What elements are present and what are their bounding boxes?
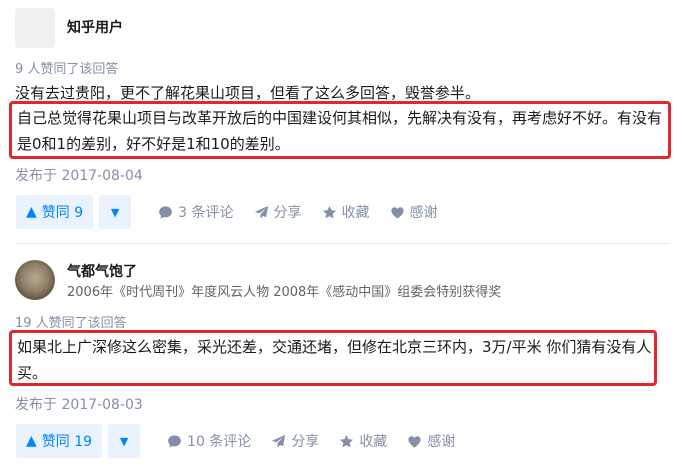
vote-down-button[interactable]: ▼: [108, 424, 141, 458]
collect-label: 收藏: [359, 434, 388, 450]
share-button[interactable]: 分享: [254, 202, 302, 222]
highlight-box: 如果北上广深修这么密集，采光还差，交通还堵，但修在北京三环内，3万/平米 你们猜…: [9, 330, 657, 386]
action-bar: ▲ 赞同 9 ▼ 3 条评论 分享 收藏 感谢: [16, 195, 438, 229]
action-bar: ▲ 赞同 19 ▼ 10 条评论 分享 收藏 感谢: [16, 424, 455, 458]
vote-summary: 19 人赞同了该回答: [15, 316, 127, 331]
vote-up-label: 赞同 19: [41, 434, 93, 450]
heart-icon: [408, 435, 421, 448]
highlight-box: 自己总觉得花果山项目与改革开放后的中国建设何其相似，先解决有没有，再考虑好不好。…: [9, 101, 671, 159]
vote-down-button[interactable]: ▼: [99, 195, 132, 229]
star-icon: [340, 434, 354, 447]
comment-button[interactable]: 10 条评论: [167, 431, 251, 451]
thanks-button[interactable]: 感谢: [407, 431, 455, 451]
vote-up-button[interactable]: ▲ 赞同 19: [16, 424, 103, 458]
paper-plane-icon: [254, 205, 268, 219]
comment-bubble-icon: [159, 205, 173, 219]
star-icon: [322, 205, 336, 218]
avatar[interactable]: [15, 260, 55, 300]
share-label: 分享: [291, 434, 320, 450]
vote-up-label: 赞同 9: [41, 205, 84, 221]
paper-plane-icon: [272, 434, 286, 448]
triangle-down-icon: ▼: [110, 205, 120, 219]
share-label: 分享: [273, 205, 302, 221]
collect-button[interactable]: 收藏: [339, 431, 387, 451]
triangle-up-icon: ▲: [26, 204, 37, 220]
vote-summary: 9 人赞同了该回答: [15, 62, 119, 77]
comment-bubble-icon: [168, 434, 181, 448]
triangle-down-icon: ▼: [119, 434, 129, 448]
vote-up-button[interactable]: ▲ 赞同 9: [16, 195, 94, 229]
triangle-up-icon: ▲: [26, 433, 37, 449]
author-name[interactable]: 知乎用户: [67, 17, 123, 37]
share-button[interactable]: 分享: [271, 431, 319, 451]
publish-date: 发布于 2017-08-04: [15, 168, 143, 184]
heart-icon: [390, 206, 404, 219]
thanks-button[interactable]: 感谢: [390, 202, 438, 222]
thanks-label: 感谢: [427, 434, 456, 450]
collect-label: 收藏: [341, 205, 370, 221]
publish-date: 发布于 2017-08-03: [15, 397, 143, 413]
author-headline: 2006年《时代周刊》年度风云人物 2008年《感动中国》组委会特别获得奖: [67, 285, 502, 300]
comment-count: 10 条评论: [187, 434, 252, 450]
avatar[interactable]: [15, 8, 55, 48]
comment-button[interactable]: 3 条评论: [158, 202, 234, 222]
divider: [15, 243, 670, 244]
answer-text-highlighted: 如果北上广深修这么密集，采光还差，交通还堵，但修在北京三环内，3万/平米 你们猜…: [17, 338, 652, 382]
comment-count: 3 条评论: [178, 205, 234, 221]
answer-text-highlighted: 自己总觉得花果山项目与改革开放后的中国建设何其相似，先解决有没有，再考虑好不好。…: [17, 109, 663, 153]
author-name[interactable]: 气都气饱了: [67, 261, 137, 281]
thanks-label: 感谢: [409, 205, 438, 221]
collect-button[interactable]: 收藏: [322, 202, 370, 222]
